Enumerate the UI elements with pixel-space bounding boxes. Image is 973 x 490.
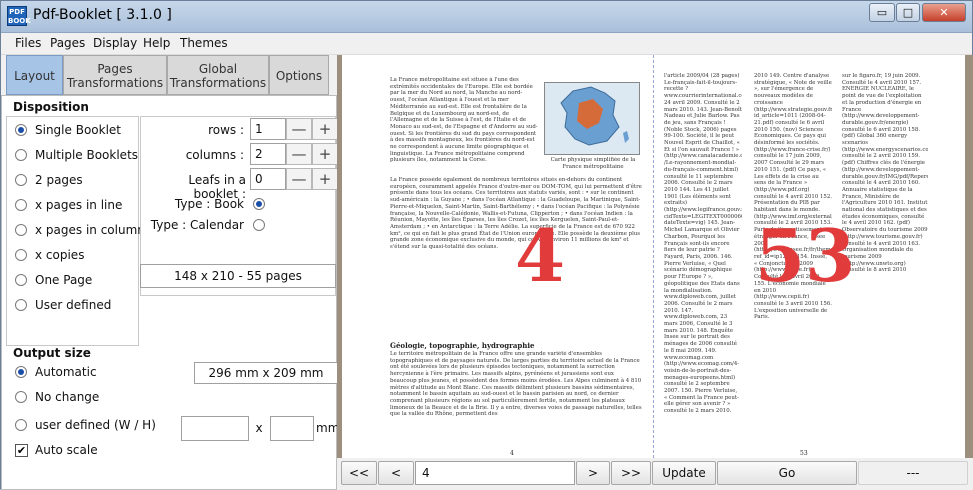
menu-help[interactable]: Help <box>143 36 170 50</box>
columns-label: columns : <box>185 148 244 162</box>
app-icon: PDF BOOK <box>7 6 31 26</box>
first-page-button[interactable]: << <box>341 461 377 485</box>
label-automatic: Automatic <box>35 365 97 379</box>
menu-themes[interactable]: Themes <box>180 36 228 50</box>
label-x-pages-in-columns: x pages in columns <box>35 223 152 237</box>
leafs-input[interactable]: 0 <box>250 168 286 190</box>
label-x-copies: x copies <box>35 248 85 262</box>
columns-input[interactable]: 2 <box>250 143 286 165</box>
navigation-bar: << < 4 > >> Update Go --- <box>337 458 973 490</box>
radio-multiple-booklets[interactable] <box>15 149 27 161</box>
update-button[interactable]: Update <box>652 461 716 485</box>
type-book-label: Type : Book <box>174 197 244 211</box>
menu-files[interactable]: Files <box>15 36 41 50</box>
label-user-defined: User defined <box>35 298 112 312</box>
minimize-icon: ▭ <box>876 6 888 19</box>
radio-automatic[interactable] <box>15 366 27 378</box>
go-button[interactable]: Go <box>717 461 857 485</box>
columns-decrement-button[interactable]: — <box>286 143 312 165</box>
radio-no-change[interactable] <box>15 391 27 403</box>
status-field: --- <box>858 461 968 485</box>
minimize-button[interactable]: ▭ <box>869 3 895 22</box>
page-size-info: 148 x 210 - 55 pages <box>140 264 336 288</box>
auto-scale-checkbox[interactable]: ✔ <box>15 444 28 457</box>
leafs-decrement-button[interactable]: — <box>286 168 312 190</box>
output-size-title: Output size <box>13 346 91 360</box>
radio-2-pages[interactable] <box>15 174 27 186</box>
label-auto-scale: Auto scale <box>35 443 98 457</box>
columns-increment-button[interactable]: + <box>312 143 338 165</box>
page-divider <box>653 55 654 458</box>
menu-pages[interactable]: Pages <box>50 36 85 50</box>
booklet-preview[interactable]: La France métropolitaine est située à l'… <box>337 55 973 458</box>
next-page-button[interactable]: > <box>576 461 610 485</box>
size-unit: mm <box>316 421 340 435</box>
leafs-increment-button[interactable]: + <box>312 168 338 190</box>
page-number-input[interactable]: 4 <box>415 461 575 485</box>
previous-page-button[interactable]: < <box>378 461 414 485</box>
tab-pages-transformations[interactable]: Pages Transformations <box>63 55 167 95</box>
radio-type-book[interactable] <box>253 198 265 210</box>
tab-layout[interactable]: Layout <box>6 55 63 95</box>
menu-display[interactable]: Display <box>93 36 137 50</box>
right-page-number: 53 <box>755 213 856 298</box>
menu-bar: Files Pages Display Help Themes <box>1 33 972 55</box>
preview-sheet: La France métropolitaine est située à l'… <box>342 55 965 458</box>
label-one-page: One Page <box>35 273 93 287</box>
maximize-icon: □ <box>902 6 914 19</box>
size-separator: x <box>255 421 263 435</box>
rows-decrement-button[interactable]: — <box>286 118 312 140</box>
title-bar[interactable]: PDF BOOK Pdf-Booklet [ 3.1.0 ] ▭ □ ✕ <box>1 1 972 33</box>
plus-icon: + <box>318 120 332 138</box>
type-calendar-label: Type : Calendar <box>150 218 244 232</box>
minus-icon: — <box>291 145 307 163</box>
last-page-button[interactable]: >> <box>611 461 651 485</box>
label-single-booklet: Single Booklet <box>35 123 121 137</box>
radio-x-pages-in-line[interactable] <box>15 199 27 211</box>
map-image <box>544 82 640 155</box>
check-icon: ✔ <box>16 444 27 457</box>
window-title: Pdf-Booklet [ 3.1.0 ] <box>33 7 172 23</box>
left-page-number: 4 <box>515 213 566 298</box>
radio-x-copies[interactable] <box>15 249 27 261</box>
radio-single-booklet[interactable] <box>15 124 27 136</box>
rows-input[interactable]: 1 <box>250 118 286 140</box>
automatic-size-value: 296 mm x 209 mm <box>194 362 338 384</box>
radio-x-pages-in-columns[interactable] <box>15 224 27 236</box>
left-page-footer: 4 <box>510 450 514 457</box>
radio-user-defined[interactable] <box>15 299 27 311</box>
plus-icon: + <box>318 145 332 163</box>
tab-options[interactable]: Options <box>269 55 329 95</box>
map-caption: Carte physique simplifiée de la France m… <box>550 157 636 170</box>
plus-icon: + <box>318 170 332 188</box>
right-page-notes-col-1: l'article 2009/04 (28 pages) Le-français… <box>664 73 742 415</box>
minus-icon: — <box>291 170 307 188</box>
right-page-footer: 53 <box>800 450 808 457</box>
rows-label: rows : <box>208 123 244 137</box>
tab-global-transformations[interactable]: Global Transformations <box>167 55 269 95</box>
france-map-icon <box>560 86 629 146</box>
disposition-title: Disposition <box>13 100 89 114</box>
radio-type-calendar[interactable] <box>253 219 265 231</box>
label-multiple-booklets: Multiple Booklets <box>35 148 139 162</box>
close-icon: ✕ <box>939 6 949 19</box>
radio-one-page[interactable] <box>15 274 27 286</box>
rows-increment-button[interactable]: + <box>312 118 338 140</box>
maximize-button[interactable]: □ <box>896 3 920 22</box>
width-input[interactable] <box>181 416 249 441</box>
layout-panel: Disposition Single Booklet Multiple Book… <box>1 95 340 490</box>
close-button[interactable]: ✕ <box>922 3 966 22</box>
left-page-heading: Géologie, topographie, hydrographie <box>390 341 535 350</box>
radio-user-defined-size[interactable] <box>15 419 27 431</box>
label-2-pages: 2 pages <box>35 173 83 187</box>
settings-panel: Layout Pages Transformations Global Transf… <box>1 55 340 490</box>
label-user-defined-size: user defined (W / H) <box>35 418 156 432</box>
label-no-change: No change <box>35 390 100 404</box>
height-input[interactable] <box>270 416 314 441</box>
minus-icon: — <box>291 120 307 138</box>
app-window: PDF BOOK Pdf-Booklet [ 3.1.0 ] ▭ □ ✕ Fil… <box>0 0 973 490</box>
left-page-text-3: Le territoire métropolitain de la France… <box>390 351 642 418</box>
label-x-pages-in-line: x pages in line <box>35 198 123 212</box>
